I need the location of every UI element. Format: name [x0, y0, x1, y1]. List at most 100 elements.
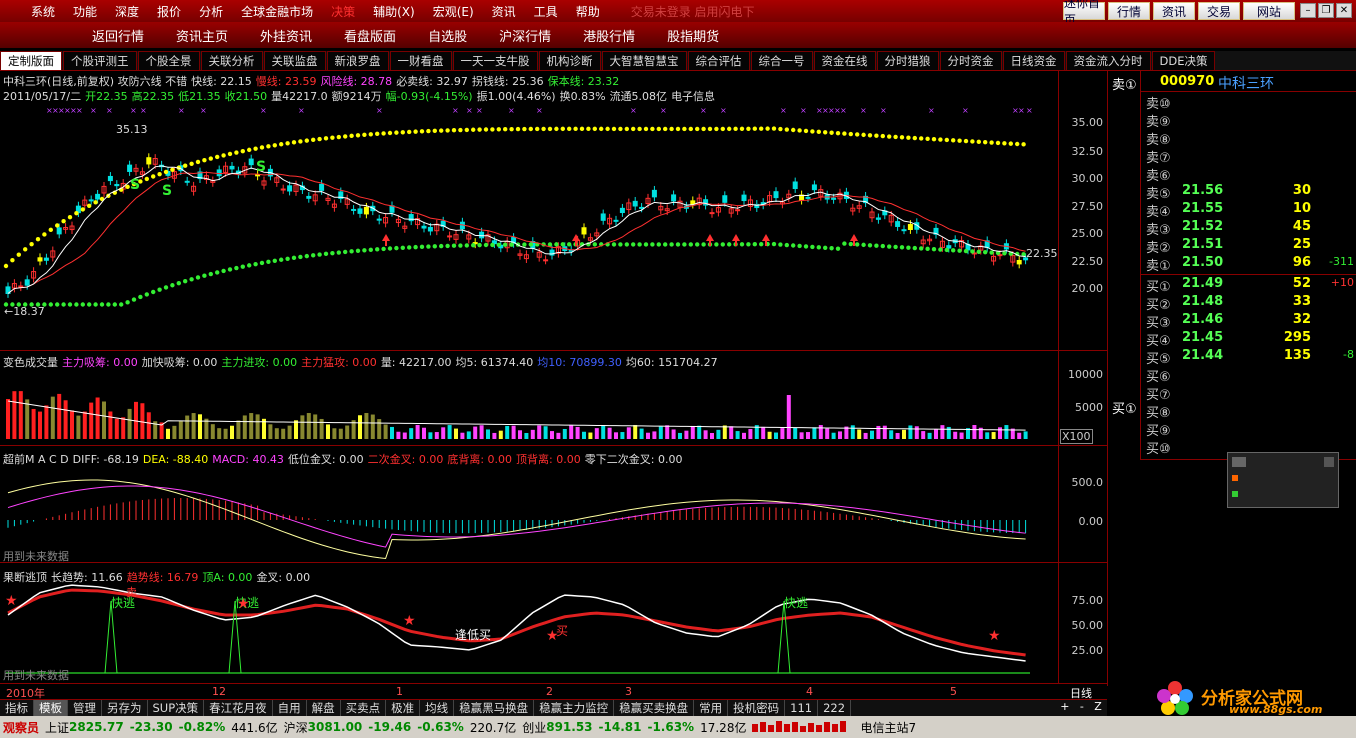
- escape-pane[interactable]: 果断逃顶 长趋势: 11.66 趋势线: 16.79 顶A: 0.00 金叉: 0.00…: [0, 563, 1107, 684]
- nav-item-0[interactable]: 返回行情: [92, 26, 144, 45]
- indicator-tab-1[interactable]: 模板: [34, 700, 68, 716]
- layout-tab-14[interactable]: 分时资金: [939, 51, 1002, 70]
- layout-tab-9[interactable]: 大智慧智慧宝: [601, 51, 687, 70]
- menu-item-1[interactable]: 功能: [64, 3, 106, 20]
- buy-level-row[interactable]: 买⑥: [1146, 366, 1356, 385]
- sell-level-row[interactable]: 卖⑨: [1146, 111, 1356, 130]
- indicator-tab-7[interactable]: 解盘: [307, 700, 341, 716]
- indicator-tab-13[interactable]: 稳赢买卖换盘: [614, 700, 695, 716]
- layout-tab-3[interactable]: 关联分析: [200, 51, 263, 70]
- layout-tab-10[interactable]: 综合评估: [687, 51, 750, 70]
- lower-band-dot: [771, 241, 777, 247]
- layout-tab-17[interactable]: DDE决策: [1151, 51, 1216, 70]
- trade-button[interactable]: 交易: [1198, 2, 1240, 20]
- panel-close-icon[interactable]: [1324, 457, 1334, 467]
- candle-body: [722, 195, 728, 203]
- sell-level-row[interactable]: 卖⑩: [1146, 93, 1356, 112]
- layout-tab-6[interactable]: 一财看盘: [389, 51, 452, 70]
- mini-panel[interactable]: [1227, 452, 1339, 508]
- indicator-tab-6[interactable]: 自用: [273, 700, 307, 716]
- menu-item-7[interactable]: 辅助(X): [364, 3, 424, 20]
- indicator-tab-5[interactable]: 春江花月夜: [204, 700, 273, 716]
- indicator-tab-11[interactable]: 稳赢黑马换盘: [454, 700, 535, 716]
- layout-tab-12[interactable]: 资金在线: [813, 51, 876, 70]
- indicator-tab-12[interactable]: 稳赢主力监控: [534, 700, 615, 716]
- layout-tab-15[interactable]: 日线资金: [1002, 51, 1065, 70]
- buy-level-row[interactable]: 买① 21.49 52 +10: [1146, 276, 1356, 295]
- buy-level-row[interactable]: 买⑤ 21.44 135 -8: [1146, 348, 1356, 367]
- website-button[interactable]: 网站: [1243, 2, 1295, 20]
- mini-home-button[interactable]: 迷你首页: [1063, 0, 1105, 27]
- brand-url[interactable]: www.88gs.com: [1229, 703, 1322, 716]
- buy-level-row[interactable]: 买③ 21.46 32: [1146, 312, 1356, 331]
- menu-item-8[interactable]: 宏观(E): [424, 3, 483, 20]
- layout-tab-11[interactable]: 综合一号: [750, 51, 813, 70]
- buy-level-row[interactable]: 买⑦: [1146, 384, 1356, 403]
- zoom-out-button[interactable]: -: [1080, 700, 1084, 716]
- menu-item-10[interactable]: 工具: [525, 3, 567, 20]
- nav-item-4[interactable]: 自选股: [428, 26, 467, 45]
- sell-level-row[interactable]: 卖⑤ 21.56 30: [1146, 183, 1356, 202]
- indicator-tab-8[interactable]: 买卖点: [341, 700, 387, 716]
- indicator-tab-16[interactable]: 111: [785, 700, 819, 716]
- menu-item-5[interactable]: 全球金融市场: [232, 3, 322, 20]
- nav-item-2[interactable]: 外挂资讯: [260, 26, 312, 45]
- nav-item-5[interactable]: 沪深行情: [499, 26, 551, 45]
- menu-item-4[interactable]: 分析: [190, 3, 232, 20]
- layout-tab-13[interactable]: 分时猎狼: [876, 51, 939, 70]
- sell-level-row[interactable]: 卖⑧: [1146, 129, 1356, 148]
- layout-tab-2[interactable]: 个股全景: [137, 51, 200, 70]
- chart-area[interactable]: 中科三环(日线,前复权) 攻防六线 不错 快线: 22.15 慢线: 23.59 风险…: [0, 71, 1107, 686]
- sell-level-row[interactable]: 卖③ 21.52 45: [1146, 219, 1356, 238]
- nav-item-3[interactable]: 看盘版面: [344, 26, 396, 45]
- indicator-tab-3[interactable]: 另存为: [102, 700, 148, 716]
- indicator-tab-10[interactable]: 均线: [420, 700, 455, 716]
- indicator-tab-17[interactable]: 222: [818, 700, 852, 716]
- buy-level-row[interactable]: 买⑧: [1146, 402, 1356, 421]
- observer-label[interactable]: 观察员: [3, 719, 39, 736]
- layout-tab-0[interactable]: 定制版面: [0, 51, 62, 70]
- layout-tab-8[interactable]: 机构诊断: [538, 51, 601, 70]
- minimize-icon[interactable]: –: [1300, 3, 1316, 18]
- sell-level-row[interactable]: 卖④ 21.55 10: [1146, 201, 1356, 220]
- z-button[interactable]: Z: [1094, 700, 1102, 716]
- panel-toggle-icon[interactable]: [1232, 457, 1246, 467]
- close-icon[interactable]: ✕: [1336, 3, 1352, 18]
- buy-level-row[interactable]: 买④ 21.45 295: [1146, 330, 1356, 349]
- sell-level-row[interactable]: 卖② 21.51 25: [1146, 237, 1356, 256]
- quotes-button[interactable]: 行情: [1108, 2, 1150, 20]
- upper-band-dot: [477, 127, 482, 132]
- indicator-tab-15[interactable]: 投机密码: [728, 700, 786, 716]
- menu-item-2[interactable]: 深度: [106, 3, 148, 20]
- sell-level-row[interactable]: 卖⑦: [1146, 147, 1356, 166]
- indicator-tab-9[interactable]: 极准: [386, 700, 421, 716]
- layout-tab-5[interactable]: 新浪罗盘: [326, 51, 389, 70]
- sell-level-row[interactable]: 卖⑥: [1146, 165, 1356, 184]
- volume-pane[interactable]: 变色成交量 主力吸筹: 0.00 加快吸筹: 0.00 主力进攻: 0.00 主力猛攻:…: [0, 351, 1107, 446]
- news-button[interactable]: 资讯: [1153, 2, 1195, 20]
- menu-item-0[interactable]: 系统: [22, 3, 64, 20]
- nav-item-1[interactable]: 资讯主页: [176, 26, 228, 45]
- menu-item-3[interactable]: 报价: [148, 3, 190, 20]
- restore-icon[interactable]: ❐: [1318, 3, 1334, 18]
- nav-item-7[interactable]: 股指期货: [667, 26, 719, 45]
- menu-item-9[interactable]: 资讯: [483, 3, 525, 20]
- layout-tab-4[interactable]: 关联监盘: [263, 51, 326, 70]
- sell-level-row[interactable]: 卖① 21.50 96 -311: [1146, 255, 1356, 274]
- zoom-in-button[interactable]: +: [1060, 700, 1069, 716]
- buy-level-row[interactable]: 买② 21.48 33: [1146, 294, 1356, 313]
- menu-item-11[interactable]: 帮助: [567, 3, 609, 20]
- indicator-tab-2[interactable]: 管理: [68, 700, 102, 716]
- indicator-tab-4[interactable]: SUP决策: [148, 700, 205, 716]
- macd-pane[interactable]: 超前M A C D DIFF: -68.19 DEA: -88.40 MACD: 40…: [0, 446, 1107, 563]
- server-label[interactable]: 电信主站7: [860, 719, 916, 736]
- price-pane[interactable]: 中科三环(日线,前复权) 攻防六线 不错 快线: 22.15 慢线: 23.59 风险…: [0, 71, 1107, 351]
- layout-tab-7[interactable]: 一天一支牛股: [452, 51, 538, 70]
- indicator-tab-14[interactable]: 常用: [694, 700, 729, 716]
- layout-tab-16[interactable]: 资金流入分时: [1065, 51, 1151, 70]
- buy-level-row[interactable]: 买⑨: [1146, 420, 1356, 439]
- layout-tab-1[interactable]: 个股评测王: [63, 51, 137, 70]
- indicator-tab-0[interactable]: 指标: [0, 700, 34, 716]
- nav-item-6[interactable]: 港股行情: [583, 26, 635, 45]
- menu-item-6[interactable]: 决策: [322, 3, 364, 20]
